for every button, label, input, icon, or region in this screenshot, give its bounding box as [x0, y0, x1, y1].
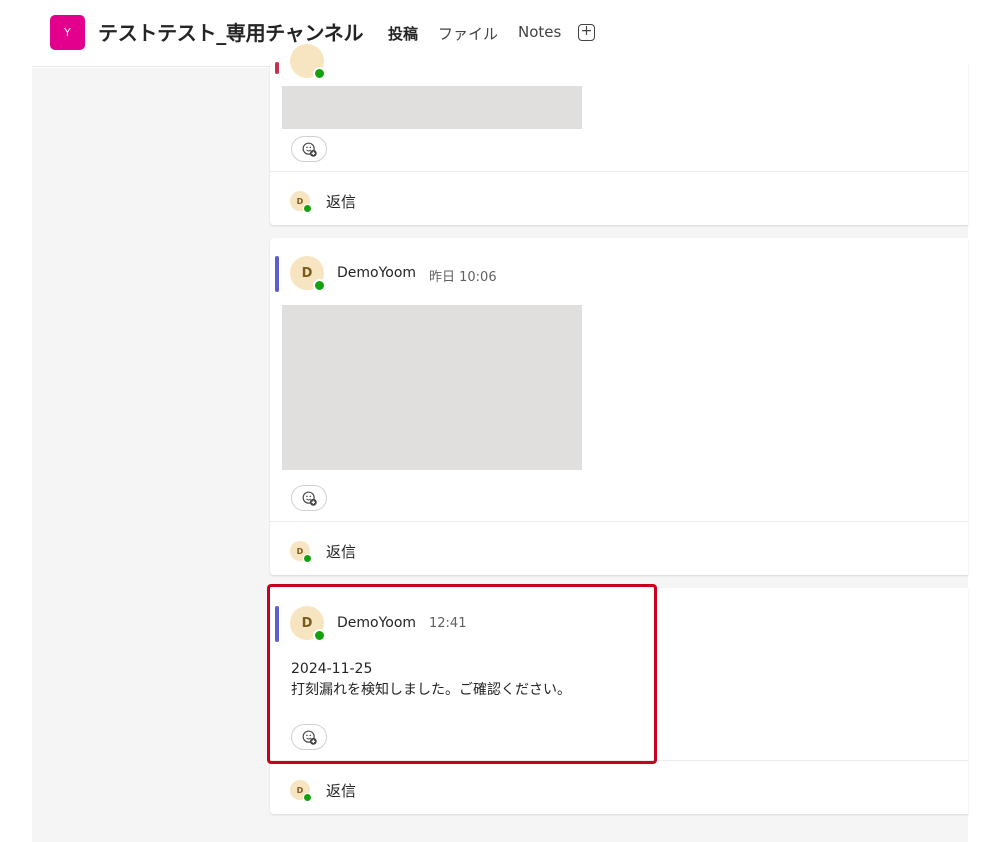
- avatar[interactable]: D: [290, 256, 326, 292]
- divider: [270, 521, 968, 522]
- message-timestamp: 昨日 10:06: [429, 270, 497, 285]
- tab-notes[interactable]: Notes: [518, 0, 561, 67]
- message-accent-bar: [275, 62, 279, 74]
- message-card: D DemoYoom 昨日 10:06 D 返信: [270, 238, 968, 575]
- presence-available-icon: [313, 279, 326, 292]
- highlight-box: [267, 584, 657, 764]
- emoji-add-icon: [302, 491, 317, 506]
- presence-available-icon: [303, 554, 312, 563]
- reply-label: 返信: [326, 543, 357, 561]
- channel-header: Y テストテスト_専用チャンネル 投稿 ファイル Notes +: [32, 0, 968, 67]
- emoji-add-icon: [302, 142, 317, 157]
- reply-avatar: D: [290, 541, 312, 563]
- presence-available-icon: [303, 793, 312, 802]
- add-reaction-button[interactable]: [291, 136, 327, 162]
- presence-available-icon: [313, 67, 326, 80]
- teams-channel-window: Y テストテスト_専用チャンネル 投稿 ファイル Notes + D 返信 D …: [0, 0, 1000, 842]
- channel-tabs: 投稿 ファイル Notes: [388, 0, 581, 67]
- team-avatar[interactable]: Y: [50, 15, 85, 50]
- avatar[interactable]: [290, 44, 326, 80]
- plus-square-icon[interactable]: +: [578, 24, 595, 41]
- channel-title: テストテスト_専用チャンネル: [98, 21, 364, 45]
- sender-name[interactable]: DemoYoom: [337, 265, 416, 281]
- image-attachment[interactable]: [282, 86, 582, 129]
- reply-label: 返信: [326, 193, 357, 211]
- add-reaction-button[interactable]: [291, 485, 327, 511]
- reply-avatar: D: [290, 780, 312, 802]
- message-card: D 返信: [270, 44, 968, 225]
- tab-posts[interactable]: 投稿: [388, 0, 419, 67]
- image-attachment[interactable]: [282, 305, 582, 470]
- reply-avatar: D: [290, 191, 312, 213]
- divider: [270, 171, 968, 172]
- reply-label: 返信: [326, 782, 357, 800]
- message-accent-bar: [275, 256, 279, 292]
- presence-available-icon: [303, 204, 312, 213]
- tab-files[interactable]: ファイル: [438, 0, 498, 67]
